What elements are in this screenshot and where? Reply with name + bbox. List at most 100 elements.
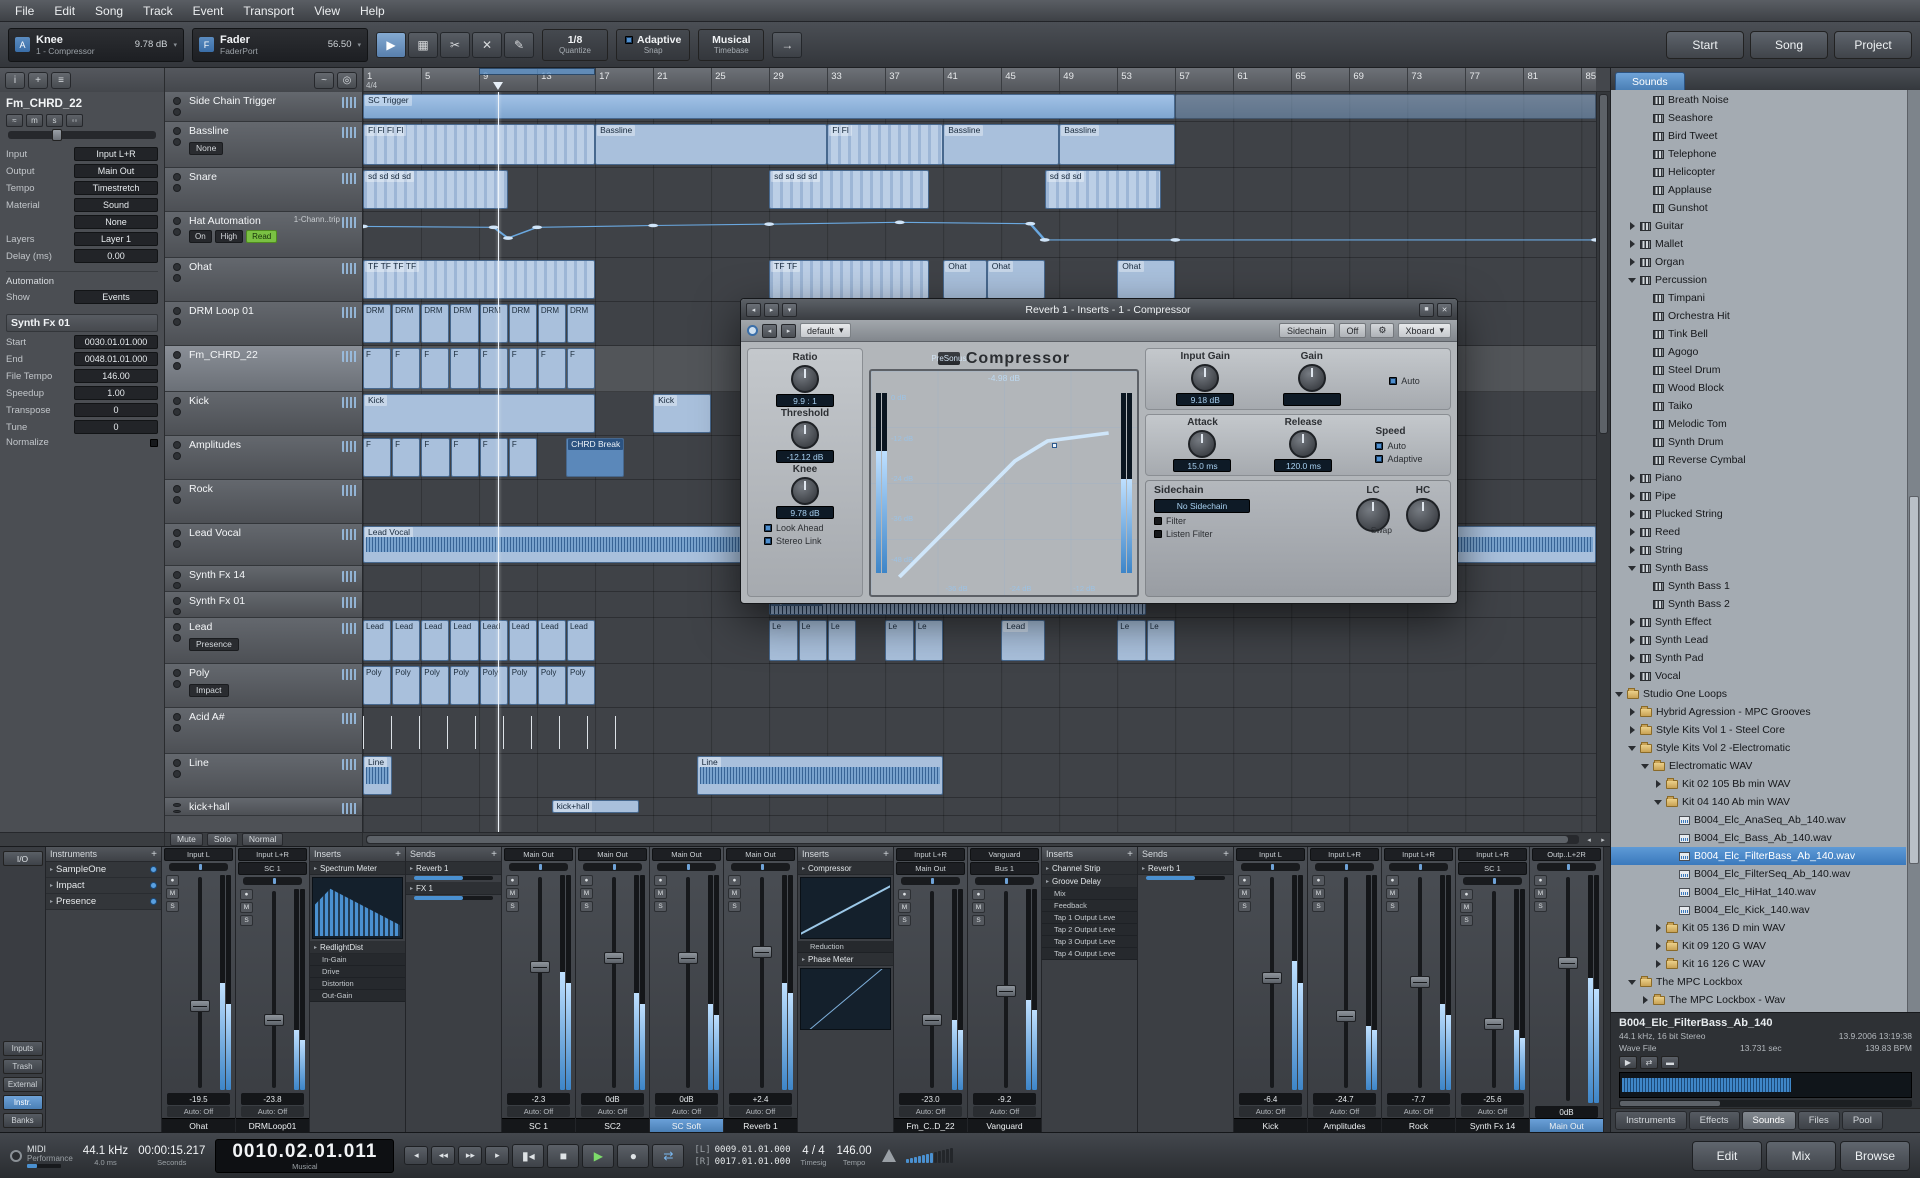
channel-io-button[interactable]: SC 1 xyxy=(238,862,307,875)
mute-icon[interactable]: m xyxy=(26,114,43,127)
browser-item-wood-block[interactable]: Wood Block xyxy=(1611,379,1906,397)
pattern-cell[interactable]: Lead xyxy=(479,620,508,661)
channel-name[interactable]: Main Out xyxy=(1530,1118,1603,1132)
channel-io-button[interactable]: Main Out xyxy=(652,848,721,861)
browser-item-kit-05-136-d-min-wav[interactable]: Kit 05 136 D min WAV xyxy=(1611,919,1906,937)
mute-button[interactable]: M xyxy=(972,902,985,913)
arrow-tool[interactable]: ▶ xyxy=(376,31,406,58)
solo-button[interactable] xyxy=(173,581,181,589)
expand-arrow-icon[interactable] xyxy=(1628,492,1636,500)
automation-param-fader[interactable]: F Fader FaderPort 56.50 ▾ xyxy=(192,27,368,62)
browser-item-seashore[interactable]: Seashore xyxy=(1611,109,1906,127)
knob-release[interactable] xyxy=(1289,430,1318,458)
automation-mode-button[interactable]: Auto: Off xyxy=(1239,1106,1302,1117)
inspector-row-value[interactable]: 0 xyxy=(74,403,158,417)
insert-slot-spectrum-meter[interactable]: ▸ Spectrum Meter xyxy=(310,862,405,875)
pattern-cell[interactable]: DRM xyxy=(566,304,596,343)
insert-slot-channel-strip[interactable]: ▸ Channel Strip xyxy=(1042,862,1137,875)
track-header-amplitudes[interactable]: Amplitudes xyxy=(165,436,362,480)
browser-item-b004-elc-hihat-140-wav[interactable]: B004_Elc_HiHat_140.wav xyxy=(1611,883,1906,901)
stop-button[interactable]: ■ xyxy=(547,1143,580,1168)
pattern-cell[interactable]: Lead xyxy=(392,620,421,661)
solo-icon[interactable]: s xyxy=(46,114,63,127)
auto-checkbox[interactable]: Auto xyxy=(1389,376,1420,386)
menu-file[interactable]: File xyxy=(6,2,43,20)
hc-knob[interactable] xyxy=(1406,498,1440,532)
track-lane-lead[interactable]: Lead Lead Lead Lead Lead Lead Lead Lead Le Le Le Le… xyxy=(363,618,1596,664)
speed-checkbox-auto[interactable]: Auto xyxy=(1375,441,1406,451)
record-arm-button[interactable]: ● xyxy=(1386,875,1399,886)
pan-slider[interactable] xyxy=(583,863,642,871)
record-arm-button[interactable]: ● xyxy=(580,875,593,886)
main-time-display[interactable]: 0010.02.01.011 Musical xyxy=(215,1138,395,1173)
power-icon[interactable] xyxy=(150,882,157,889)
automation-node[interactable] xyxy=(503,236,513,240)
mute-button[interactable] xyxy=(173,713,181,721)
knob-value[interactable]: 120.0 ms xyxy=(1274,459,1333,472)
expand-arrow-icon[interactable] xyxy=(1628,654,1636,662)
pan-slider[interactable] xyxy=(731,863,790,871)
scroll-thumb[interactable] xyxy=(367,836,1568,843)
fader-value[interactable]: -7.7 xyxy=(1387,1093,1450,1105)
clip-chrd-break[interactable]: CHRD Break xyxy=(566,438,625,477)
menu-help[interactable]: Help xyxy=(351,2,394,20)
clip-bassline[interactable]: Bassline xyxy=(1059,124,1176,165)
fast-forward-button[interactable]: ▸▸ xyxy=(458,1146,483,1165)
inspector-row-value[interactable]: 146.00 xyxy=(74,369,158,383)
menu-view[interactable]: View xyxy=(305,2,349,20)
pattern-cell[interactable]: Lead xyxy=(508,620,537,661)
power-icon[interactable] xyxy=(150,866,157,873)
pan-slider[interactable] xyxy=(243,877,302,885)
clip-drm[interactable]: DRM DRM DRM DRM DRM DRM DRM DRM xyxy=(363,304,596,343)
instrument-sampleone[interactable]: ▸ SampleOne xyxy=(46,862,161,878)
browser-item-agogo[interactable]: Agogo xyxy=(1611,343,1906,361)
pattern-cell[interactable]: DRM xyxy=(479,304,508,343)
expand-arrow-icon[interactable] xyxy=(1628,528,1636,536)
channel-io-button[interactable]: Main Out xyxy=(578,848,647,861)
pattern-cell[interactable]: Le xyxy=(769,620,798,661)
pan-slider[interactable] xyxy=(657,863,716,871)
solo-button[interactable]: S xyxy=(506,901,519,912)
inspector-row-value[interactable]: 0030.01.01.000 xyxy=(74,335,158,349)
expand-arrow-icon[interactable] xyxy=(1654,960,1662,968)
track-header-hat-automation[interactable]: Hat Automation On High Read 1-Chann..trip xyxy=(165,212,362,258)
menu-arrow-icon[interactable]: ▾ xyxy=(782,302,797,317)
solo-button[interactable] xyxy=(173,408,181,416)
instrument-presence[interactable]: ▸ Presence xyxy=(46,894,161,910)
browser-tab-instruments[interactable]: Instruments xyxy=(1615,1111,1687,1130)
expand-arrow-icon[interactable] xyxy=(1628,222,1636,230)
fader-cap[interactable] xyxy=(752,945,772,958)
solo-button[interactable] xyxy=(173,724,181,732)
browser-item-mallet[interactable]: Mallet xyxy=(1611,235,1906,253)
send-level-slider[interactable] xyxy=(414,876,493,880)
pattern-cell[interactable]: F xyxy=(537,348,566,389)
collapse-arrow-icon[interactable] xyxy=(1654,800,1662,805)
fader-value[interactable]: +2.4 xyxy=(729,1093,792,1105)
fader-cap[interactable] xyxy=(530,961,550,973)
send-slot-fx-1[interactable]: ▸ FX 1 xyxy=(406,882,501,895)
horizontal-scrollbar[interactable] xyxy=(366,835,1579,844)
channel-name[interactable]: Vanguard xyxy=(968,1118,1041,1132)
track-header-snare[interactable]: Snare xyxy=(165,168,362,212)
pattern-cell[interactable]: Le xyxy=(827,620,857,661)
inspector-row-value[interactable]: Sound xyxy=(74,198,158,212)
browser-item-style-kits-vol-2-electromatic[interactable]: Style Kits Vol 2 -Electromatic xyxy=(1611,739,1906,757)
channel-io-button[interactable]: Input L+R xyxy=(1458,848,1527,861)
volume-fader[interactable] xyxy=(257,889,291,1090)
browser-item-pipe[interactable]: Pipe xyxy=(1611,487,1906,505)
pattern-cell[interactable]: DRM xyxy=(421,304,450,343)
pattern-cell[interactable]: Lead xyxy=(566,620,596,661)
browser-tab-pool[interactable]: Pool xyxy=(1841,1111,1883,1130)
expand-arrow-icon[interactable] xyxy=(1628,708,1636,716)
browser-scrollbar[interactable] xyxy=(1907,90,1920,1012)
expand-arrow-icon[interactable] xyxy=(1628,474,1636,482)
channel-name[interactable]: Kick xyxy=(1234,1118,1307,1132)
browser-item-reverse-cymbal[interactable]: Reverse Cymbal xyxy=(1611,451,1906,469)
mute-button[interactable] xyxy=(173,127,181,135)
clip-fl-fl[interactable]: Fl Fl xyxy=(827,124,944,165)
insert-param-out-gain[interactable]: Out-Gain xyxy=(310,990,405,1002)
mixer-side-banks-button[interactable]: Banks xyxy=(2,1113,43,1128)
browser-item-electromatic-wav[interactable]: Electromatic WAV xyxy=(1611,757,1906,775)
fader-value[interactable]: -23.8 xyxy=(241,1093,304,1105)
browser-item-gunshot[interactable]: Gunshot xyxy=(1611,199,1906,217)
